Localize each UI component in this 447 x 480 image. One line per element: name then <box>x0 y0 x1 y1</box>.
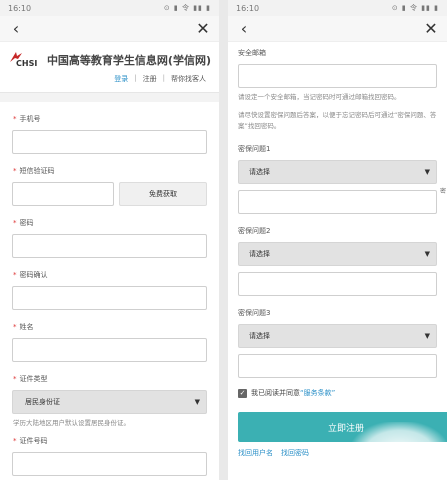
status-icons: ⊙ ▮ 令 ▮▮ ▮ <box>163 4 211 12</box>
required-mark: * <box>13 437 17 445</box>
link-separator: | <box>162 74 165 82</box>
site-name: 中国高等教育学生信息网(学信网) <box>46 54 211 67</box>
chsi-logo: CHSI <box>8 50 38 70</box>
id-type-label: * 证件类型 <box>13 375 48 383</box>
password-label: * 密码 <box>13 219 34 227</box>
terms-link[interactable]: “服务条款” <box>300 388 335 398</box>
watermark-overlay <box>352 422 447 480</box>
id-type-value: 居民身份证 <box>25 398 60 406</box>
required-mark: * <box>13 323 17 331</box>
q3-answer-input[interactable] <box>238 354 437 378</box>
status-time: 16:10 <box>8 3 32 13</box>
right-screen: 16:10 ⊙ ▮ 令 ▮▮ ▮ ‹ ✕ 安全邮箱 请设定一个安全邮箱，当记密码… <box>228 0 447 480</box>
status-bar: 16:10 ⊙ ▮ 令 ▮▮ ▮ <box>0 0 219 16</box>
id-number-label: * 证件号码 <box>13 437 48 445</box>
required-mark: * <box>13 115 17 123</box>
login-link[interactable]: 登录 <box>111 74 131 84</box>
get-sms-code-button[interactable]: 免费获取 <box>119 182 207 206</box>
phone-input[interactable] <box>12 130 207 154</box>
link-separator: | <box>134 74 137 82</box>
nav-bar: ‹ ✕ <box>228 16 447 42</box>
close-icon[interactable]: ✕ <box>195 20 211 37</box>
back-icon[interactable]: ‹ <box>8 20 24 37</box>
phone-label: * 手机号 <box>13 115 41 123</box>
q2-select-value: 请选择 <box>249 250 270 258</box>
q3-select[interactable]: 请选择 ▼ <box>238 324 437 348</box>
find-username-link[interactable]: 找回用户名 <box>238 448 273 458</box>
name-input[interactable] <box>12 338 207 362</box>
dropdown-arrow-icon: ▼ <box>424 168 430 176</box>
id-type-select[interactable]: 居民身份证 ▼ <box>12 390 207 414</box>
password-confirm-label: * 密码确认 <box>13 271 48 279</box>
required-mark: * <box>13 167 17 175</box>
sms-code-input[interactable] <box>12 182 114 206</box>
close-icon[interactable]: ✕ <box>423 20 439 37</box>
q1-select[interactable]: 请选择 ▼ <box>238 160 437 184</box>
security-question-hint: 请尽快设置密保问题后答案，以便于忘记密码后可通过“密保问题、答案”找回密码。 <box>238 111 437 130</box>
register-link[interactable]: 注册 <box>140 74 160 84</box>
required-mark: * <box>13 375 17 383</box>
dropdown-arrow-icon: ▼ <box>424 332 430 340</box>
find-password-link[interactable]: 找回密码 <box>281 448 309 458</box>
help-link[interactable]: 帮你找客人 <box>168 74 209 84</box>
q3-select-value: 请选择 <box>249 332 270 340</box>
back-icon[interactable]: ‹ <box>236 20 252 37</box>
logo-text: CHSI <box>16 59 38 68</box>
site-header: CHSI 中国高等教育学生信息网(学信网) <box>0 42 219 70</box>
sms-label: * 短信验证码 <box>13 167 55 175</box>
email-label: 安全邮箱 <box>238 49 266 57</box>
q2-label: 密保问题2 <box>238 227 271 235</box>
dropdown-arrow-icon: ▼ <box>424 250 430 258</box>
email-input[interactable] <box>238 64 437 88</box>
id-type-hint: 学历大陆地区用户默认设置居民身份证。 <box>13 419 130 427</box>
top-links: 登录 | 注册 | 帮你找客人 <box>0 70 219 84</box>
q1-label: 密保问题1 <box>238 145 271 153</box>
agree-row: ✓ 我已阅读并同意 “服务条款” <box>228 388 447 398</box>
status-time: 16:10 <box>236 3 260 13</box>
sms-row: 免费获取 <box>12 182 207 206</box>
required-mark: * <box>13 219 17 227</box>
email-hint: 请设定一个安全邮箱，当记密码时可通过邮箱找回密码。 <box>238 93 401 101</box>
q1-select-value: 请选择 <box>249 168 270 176</box>
agree-checkbox[interactable]: ✓ <box>238 388 247 398</box>
dropdown-arrow-icon: ▼ <box>194 398 200 406</box>
q1-answer-input[interactable] <box>238 190 437 214</box>
q2-select[interactable]: 请选择 ▼ <box>238 242 437 266</box>
edge-text-fragment: 密 <box>440 188 447 195</box>
required-mark: * <box>13 271 17 279</box>
name-label: * 姓名 <box>13 323 34 331</box>
agree-text: 我已阅读并同意 <box>251 389 300 397</box>
q3-label: 密保问题3 <box>238 309 271 317</box>
password-input[interactable] <box>12 234 207 258</box>
left-screen: 16:10 ⊙ ▮ 令 ▮▮ ▮ ‹ ✕ CHSI 中国高等教育学生信息网(学信… <box>0 0 219 480</box>
id-number-input[interactable] <box>12 452 207 476</box>
divider-band <box>0 92 219 102</box>
nav-bar: ‹ ✕ <box>0 16 219 42</box>
q2-answer-input[interactable] <box>238 272 437 296</box>
status-icons: ⊙ ▮ 令 ▮▮ ▮ <box>391 4 439 12</box>
status-bar: 16:10 ⊙ ▮ 令 ▮▮ ▮ <box>228 0 447 16</box>
password-confirm-input[interactable] <box>12 286 207 310</box>
